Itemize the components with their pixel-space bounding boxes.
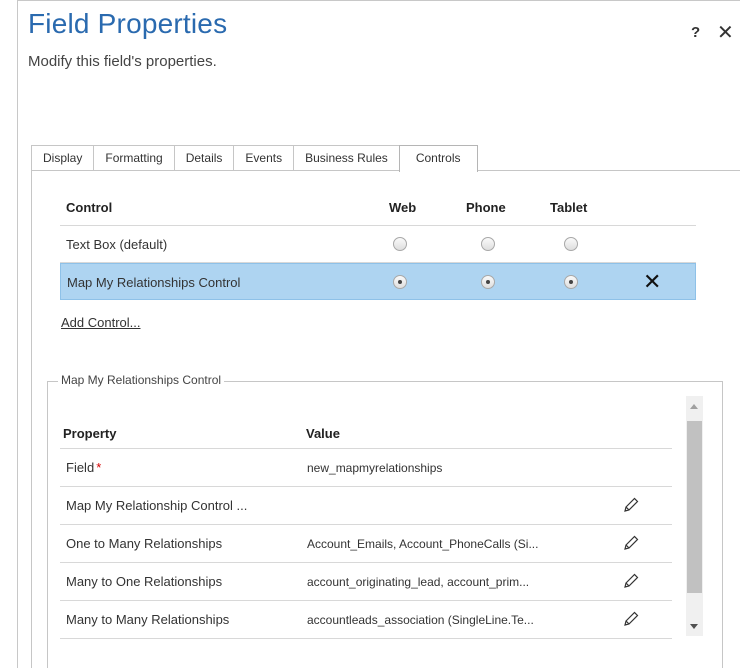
properties-group-title: Map My Relationships Control xyxy=(58,373,225,387)
help-icon[interactable]: ? xyxy=(691,24,700,41)
property-name: One to Many Relationships xyxy=(66,536,223,551)
dialog-left-border xyxy=(17,0,18,668)
property-name: Map My Relationship Control ... xyxy=(66,498,248,513)
tablet-column-header: Tablet xyxy=(550,200,588,215)
pencil-icon[interactable] xyxy=(622,496,640,514)
pencil-icon[interactable] xyxy=(622,534,640,552)
properties-table: Property Value Field * new_mapmyrelations… xyxy=(60,411,672,639)
property-label: Field xyxy=(66,460,95,475)
add-control-link[interactable]: Add Control... xyxy=(61,315,141,330)
property-row-many-to-many[interactable]: Many to Many Relationships accountleads_… xyxy=(60,601,672,639)
pencil-icon[interactable] xyxy=(622,572,640,590)
value-column-header: Value xyxy=(306,426,340,441)
tablet-radio[interactable] xyxy=(564,275,578,289)
control-column-header: Control xyxy=(66,200,113,215)
phone-radio[interactable] xyxy=(481,237,495,251)
tab-display[interactable]: Display xyxy=(31,145,95,171)
tablet-radio[interactable] xyxy=(564,237,578,251)
tab-panel-border xyxy=(31,171,32,668)
tab-events[interactable]: Events xyxy=(233,145,295,171)
control-row-map-my-relationships[interactable]: Map My Relationships Control ✕ xyxy=(60,263,696,300)
property-name: Many to One Relationships xyxy=(66,574,223,589)
close-icon[interactable]: ✕ xyxy=(717,20,734,45)
property-value: new_mapmyrelationships xyxy=(307,461,443,475)
tab-details[interactable]: Details xyxy=(173,145,235,171)
properties-table-header: Property Value xyxy=(60,411,672,449)
controls-table: Control Web Phone Tablet Text Box (defau… xyxy=(60,190,696,300)
property-row-one-to-many[interactable]: One to Many Relationships Account_Emails… xyxy=(60,525,672,563)
phone-radio[interactable] xyxy=(481,275,495,289)
properties-scrollbar[interactable] xyxy=(686,396,703,636)
required-marker: * xyxy=(96,460,102,475)
delete-control-icon[interactable]: ✕ xyxy=(643,269,661,295)
dialog-top-border xyxy=(17,0,740,1)
property-name: Field * xyxy=(66,460,101,475)
property-row-map-my-relationship-control[interactable]: Map My Relationship Control ... xyxy=(60,487,672,525)
dialog-subtitle: Modify this field's properties. xyxy=(28,53,217,70)
property-column-header: Property xyxy=(63,426,117,441)
property-value: Account_Emails, Account_PhoneCalls (Si..… xyxy=(307,537,539,551)
tab-formatting[interactable]: Formatting xyxy=(93,145,175,171)
scroll-down-arrow-icon[interactable] xyxy=(690,624,698,629)
property-value: account_originating_lead, account_prim..… xyxy=(307,575,530,589)
tab-bar: Display Formatting Details Events Busine… xyxy=(31,145,478,172)
control-name: Map My Relationships Control xyxy=(67,275,241,290)
tab-business-rules[interactable]: Business Rules xyxy=(293,145,400,171)
property-value: accountleads_association (SingleLine.Te.… xyxy=(307,613,534,627)
scroll-up-arrow-icon[interactable] xyxy=(690,404,698,409)
dialog-title: Field Properties xyxy=(28,8,228,39)
control-name: Text Box (default) xyxy=(66,237,168,252)
tab-controls[interactable]: Controls xyxy=(398,145,478,172)
web-column-header: Web xyxy=(389,200,417,215)
tab-underline xyxy=(31,170,740,171)
pencil-icon[interactable] xyxy=(622,610,640,628)
property-row-field[interactable]: Field * new_mapmyrelationships xyxy=(60,449,672,487)
controls-table-header: Control Web Phone Tablet xyxy=(60,190,696,226)
control-row-text-box[interactable]: Text Box (default) xyxy=(60,226,696,263)
property-name: Many to Many Relationships xyxy=(66,612,230,627)
phone-column-header: Phone xyxy=(466,200,506,215)
web-radio[interactable] xyxy=(393,275,407,289)
web-radio[interactable] xyxy=(393,237,407,251)
scroll-thumb[interactable] xyxy=(687,421,702,593)
property-row-many-to-one[interactable]: Many to One Relationships account_origin… xyxy=(60,563,672,601)
